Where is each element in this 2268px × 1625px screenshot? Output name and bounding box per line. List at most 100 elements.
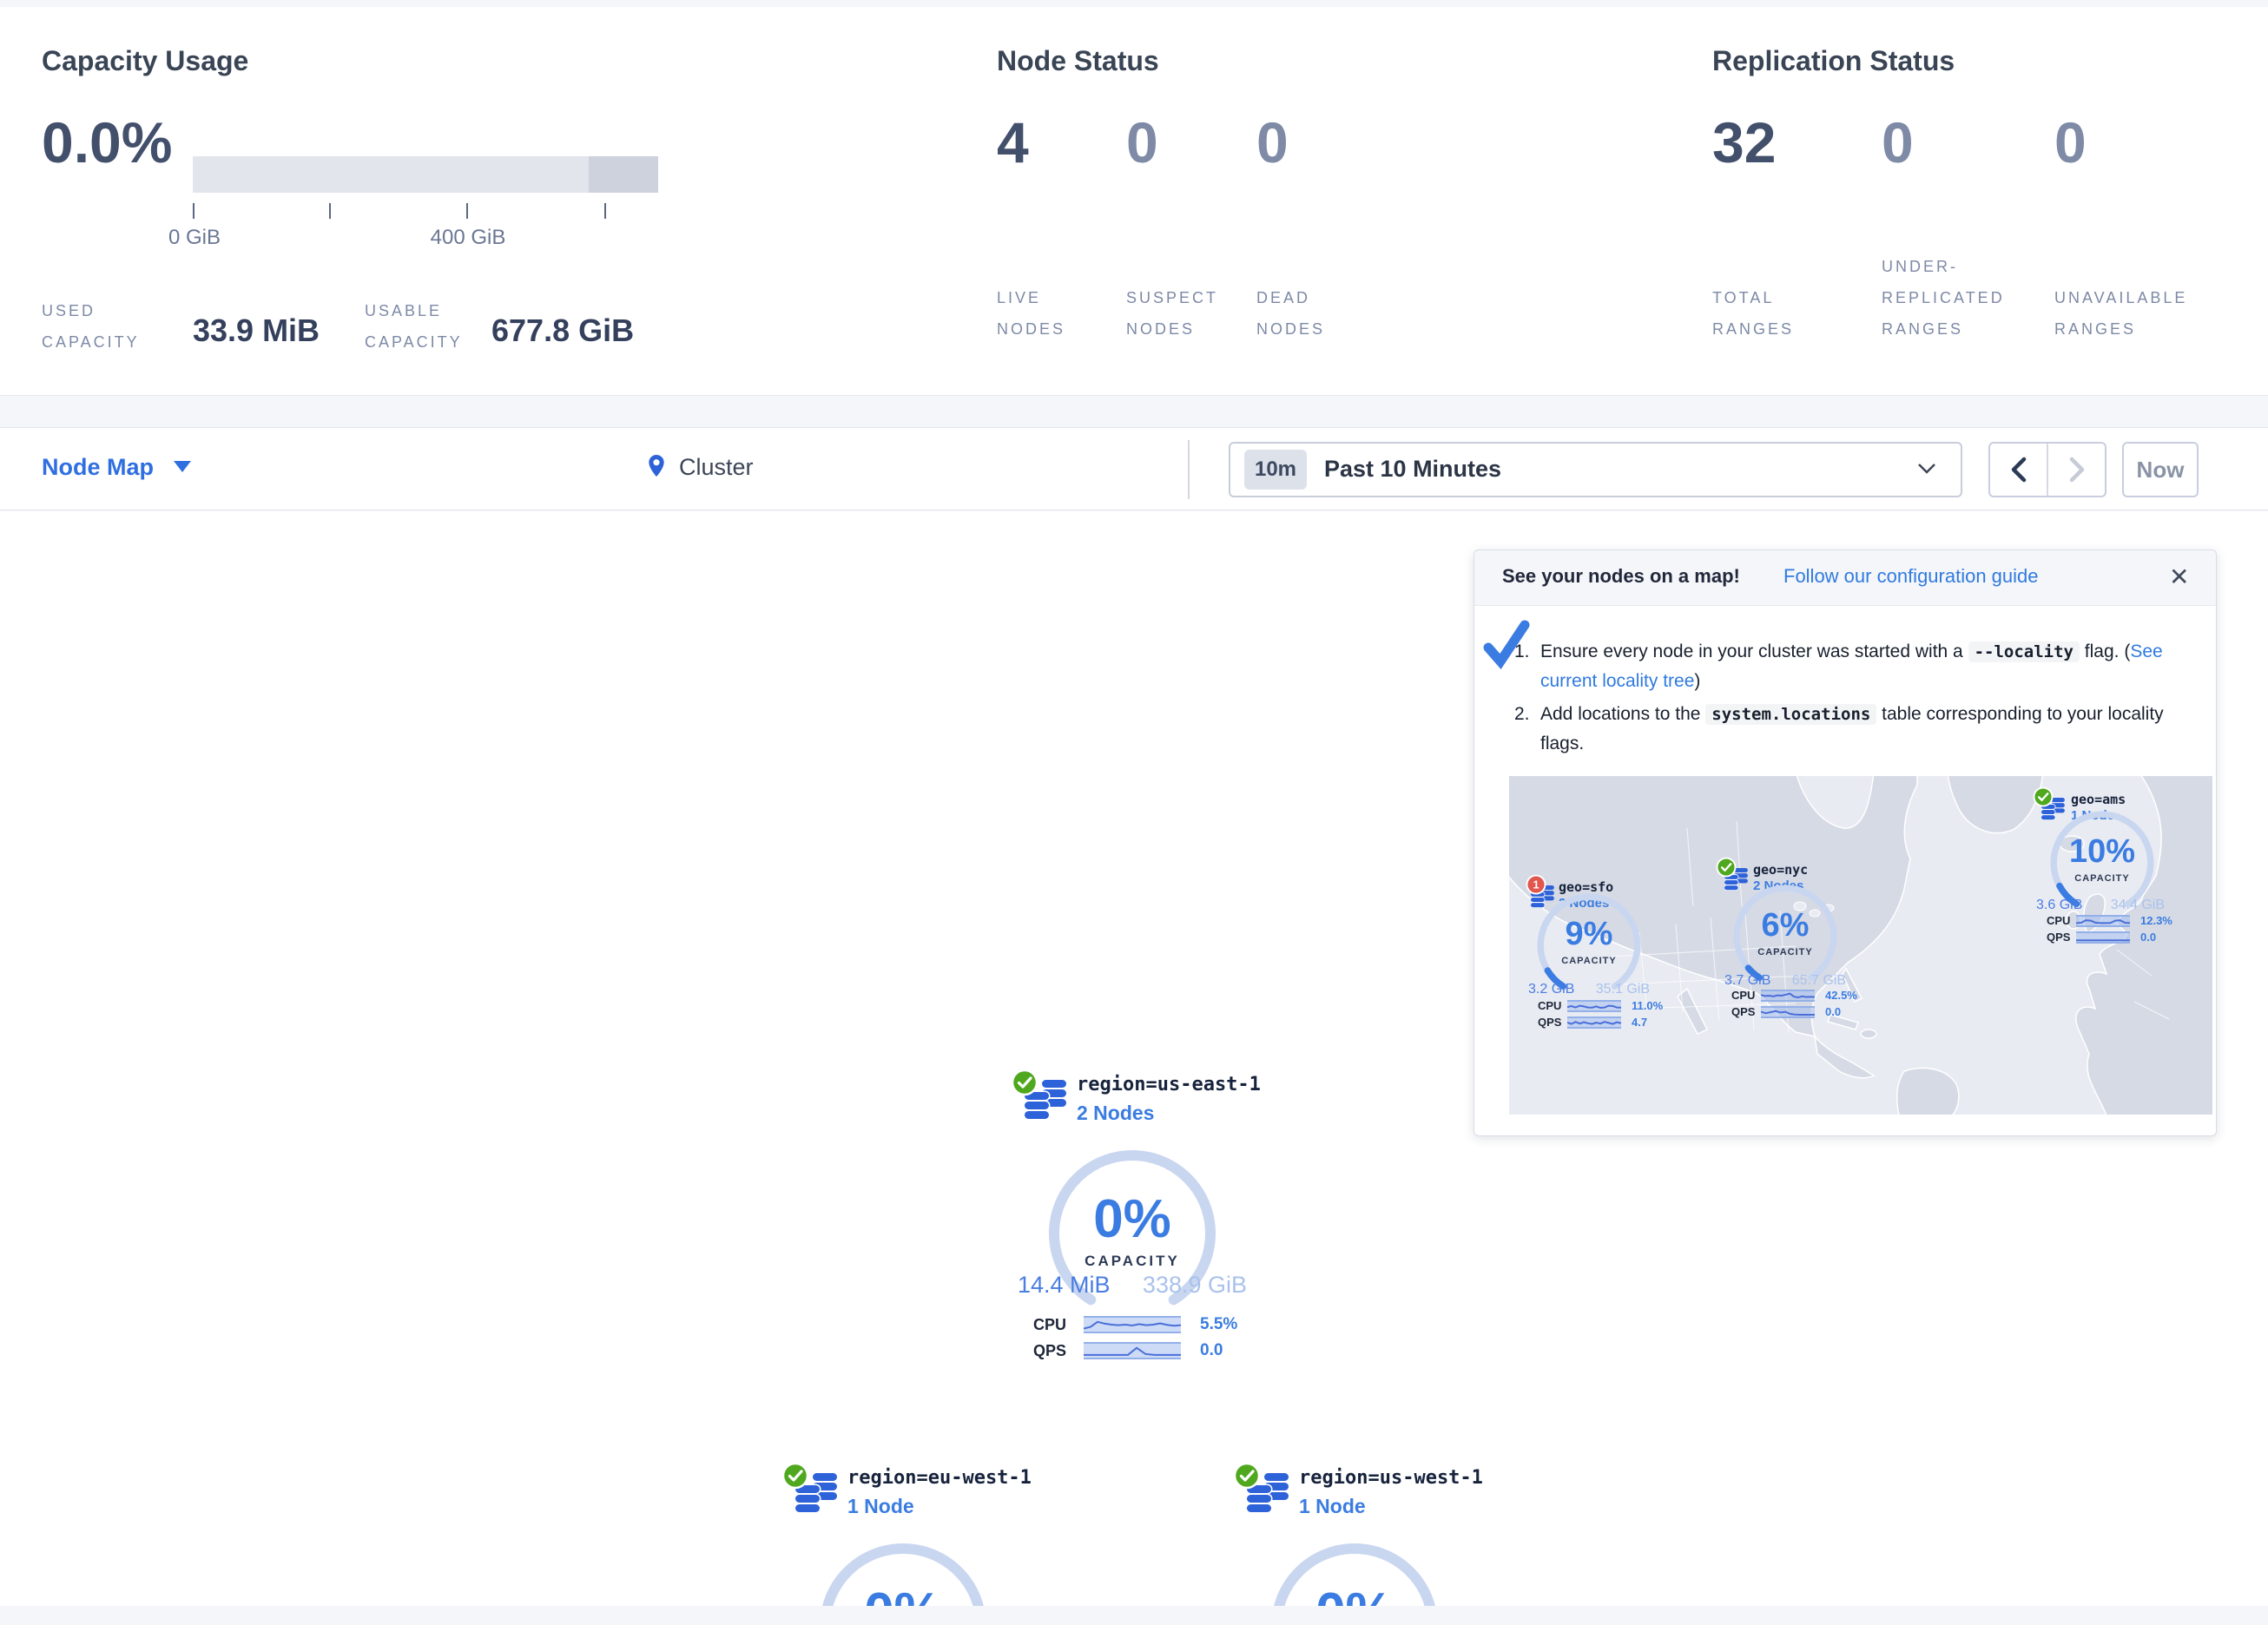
sparkline-graphic <box>1567 1018 1621 1027</box>
qps-label: QPS <box>1731 1005 1761 1018</box>
configuration-guide-link[interactable]: Follow our configuration guide <box>1783 565 2039 588</box>
toolbar: Node Map Cluster 10m Past 10 Minutes <box>0 427 2268 510</box>
capacity-tick <box>604 203 606 219</box>
cluster-nodes-link[interactable]: 1 Node <box>847 1495 914 1518</box>
capacity-used-value: 14.4 MiB <box>1018 1272 1111 1299</box>
cluster-locality-label: geo=ams <box>2071 792 2126 807</box>
gauge-capacity-word: CAPACITY <box>1535 956 1643 966</box>
chevron-down-icon[interactable] <box>174 461 191 472</box>
sparkline-graphic <box>1567 1002 1621 1010</box>
big-checkmark-icon <box>1481 620 1532 670</box>
cpu-row: CPU 12.3% <box>2047 914 2172 927</box>
usable-capacity-label: USABLE CAPACITY <box>365 295 463 358</box>
sparkline <box>1084 1342 1181 1359</box>
sparkline <box>1761 1006 1815 1018</box>
live-nodes-label: LIVE NODES <box>997 282 1065 345</box>
qps-value: 4.7 <box>1632 1016 1647 1029</box>
warning-count-badge: 1 <box>1526 874 1546 895</box>
gauge-percent: 0% <box>1045 1188 1219 1250</box>
gauge-capacity-word: CAPACITY <box>1731 947 1839 957</box>
view-selector-node-map[interactable]: Node Map <box>42 454 154 481</box>
capacity-tick-label-400: 400 GiB <box>431 226 506 250</box>
cpu-label: CPU <box>1538 999 1567 1012</box>
cpu-row: CPU11.0% <box>1538 999 1663 1012</box>
healthy-check-icon <box>1233 1462 1261 1490</box>
step-text: Ensure every node in your cluster was st… <box>1540 637 2185 696</box>
healthy-check-icon <box>781 1462 809 1490</box>
capacity-values-row: 3.6 GiB34.4 GiB <box>2036 898 2165 913</box>
qps-value: 0.0 <box>1200 1341 1223 1360</box>
qps-value: 0.0 <box>2140 931 2156 944</box>
usable-capacity-value: 677.8 GiB <box>491 312 634 349</box>
cluster-geo-sfo[interactable]: 1geo=sfo2 Nodes9%CAPACITY3.2 GiB35.1 GiB… <box>1526 871 1665 1040</box>
suspect-nodes-count: 0 <box>1126 109 1158 175</box>
check-icon <box>781 1462 809 1490</box>
node-status-title: Node Status <box>997 45 1159 77</box>
toolbar-divider <box>1188 440 1190 499</box>
capacity-used-value: 3.2 GiB <box>1528 982 1574 997</box>
capacity-bar-used-segment <box>589 156 658 193</box>
qps-label: QPS <box>1538 1016 1567 1029</box>
time-range-dropdown[interactable]: 10m Past 10 Minutes <box>1229 442 1962 497</box>
cpu-value: 5.5% <box>1200 1315 1237 1334</box>
capacity-usage-title: Capacity Usage <box>42 45 248 77</box>
cluster-locality-label: geo=nyc <box>1753 862 1808 878</box>
capacity-tick-label-0: 0 GiB <box>168 226 221 250</box>
sparkline <box>2076 915 2130 927</box>
footer-strip <box>0 1606 2268 1625</box>
sparkline <box>2076 931 2130 944</box>
cluster-locality-label: region=us-east-1 <box>1077 1074 1261 1095</box>
step-text-segment: ) <box>1694 671 1700 691</box>
capacity-values-row: 3.7 GiB 65.7 GiB <box>1724 973 1846 989</box>
cluster-geo-nyc[interactable]: geo=nyc2 Nodes6%CAPACITY3.7 GiB65.7 GiBC… <box>1716 852 1855 1021</box>
live-nodes-count: 4 <box>997 109 1029 175</box>
capacity-percent: 0.0% <box>42 109 172 175</box>
healthy-check-icon <box>2033 786 2054 807</box>
cluster-geo-ams[interactable]: geo=ams1 Node10%CAPACITY3.6 GiB34.4 GiBC… <box>2031 783 2170 952</box>
sparkline <box>1567 1000 1621 1012</box>
step-text: Add locations to the system.locations ta… <box>1540 700 2185 759</box>
cluster-locality-label: region=us-west-1 <box>1299 1467 1483 1489</box>
popup-header: See your nodes on a map! Follow our conf… <box>1474 550 2216 606</box>
svg-text:1: 1 <box>1533 878 1539 891</box>
popup-title: See your nodes on a map! <box>1502 565 1740 588</box>
cluster-nodes-link[interactable]: 1 Node <box>1299 1495 1366 1518</box>
cpu-label: CPU <box>2047 914 2076 927</box>
capacity-values-row: 14.4 MiB338.9 GiB <box>1018 1272 1247 1299</box>
gauge-percent: 9% <box>1535 916 1643 953</box>
capacity-total-value: 65.7 GiB <box>1792 973 1846 989</box>
cluster-nodes-link[interactable]: 2 Nodes <box>1077 1102 1154 1125</box>
qps-row: QPS0.0 <box>1731 1005 1841 1018</box>
time-back-button[interactable] <box>1990 444 2048 496</box>
under-replicated-label: UNDER- REPLICATED RANGES <box>1882 251 2005 345</box>
capacity-used-value: 3.7 GiB <box>1724 973 1770 989</box>
cluster-locality-label: region=eu-west-1 <box>847 1467 1032 1489</box>
nodes-on-map-popup: See your nodes on a map! Follow our conf… <box>1474 549 2217 1136</box>
map-pin-icon <box>643 449 670 485</box>
step-number: 2. <box>1514 700 1540 759</box>
capacity-total-value: 35.1 GiB <box>1596 982 1650 997</box>
cluster-eu-west-1[interactable]: region=eu-west-11 Node0%CAPACITY9.9 MiB1… <box>781 1457 1025 1625</box>
under-replicated-count: 0 <box>1882 109 1914 175</box>
chevron-right-icon <box>2068 457 2086 483</box>
capacity-tick <box>329 203 331 219</box>
sparkline <box>1761 990 1815 1002</box>
cluster-us-east-1[interactable]: region=us-east-12 Nodes0%CAPACITY14.4 Mi… <box>1011 1063 1254 1359</box>
sparkline-graphic <box>1084 1318 1181 1332</box>
cpu-value: 12.3% <box>2140 914 2172 927</box>
total-ranges-label: TOTAL RANGES <box>1712 282 1794 345</box>
cluster-us-west-1[interactable]: region=us-west-11 Node0%CAPACITY9.6 MiB1… <box>1233 1457 1476 1625</box>
check-icon <box>1716 857 1737 878</box>
capacity-tick <box>466 203 468 219</box>
check-icon <box>1011 1069 1038 1096</box>
qps-row: QPS0.0 <box>1033 1341 1223 1360</box>
close-icon[interactable]: ✕ <box>2169 562 2189 591</box>
healthy-check-icon <box>1011 1069 1038 1096</box>
setup-steps: 1.Ensure every node in your cluster was … <box>1514 637 2185 762</box>
time-forward-button[interactable] <box>2048 444 2105 496</box>
stats-panel: Capacity Usage 0.0% 0 GiB 400 GiB USED C… <box>0 7 2268 396</box>
time-range-label: Past 10 Minutes <box>1324 456 1501 483</box>
now-button[interactable]: Now <box>2122 442 2199 497</box>
used-capacity-value: 33.9 MiB <box>193 312 320 349</box>
sparkline-graphic <box>2076 917 2130 925</box>
